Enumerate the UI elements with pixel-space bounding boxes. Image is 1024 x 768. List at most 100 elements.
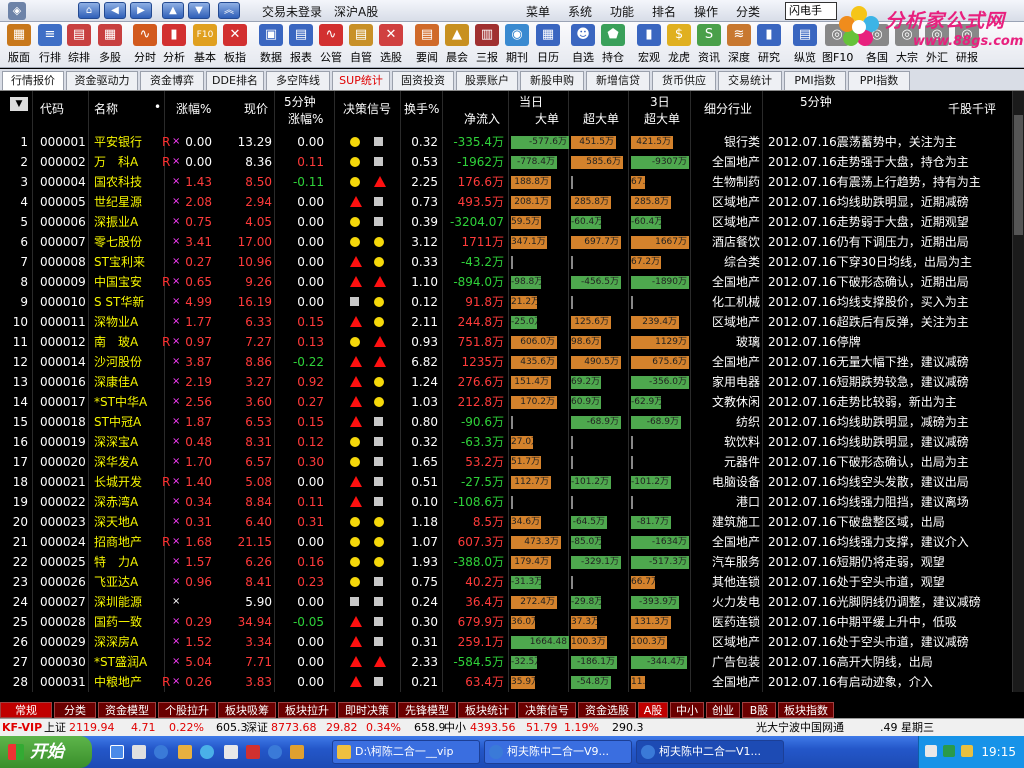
sh-index-label[interactable]: 上证 xyxy=(44,719,66,736)
browser-icon[interactable] xyxy=(200,745,214,759)
app3-icon[interactable] xyxy=(246,745,260,759)
tab-1[interactable]: 资金驱动力 xyxy=(66,71,138,90)
app2-icon[interactable] xyxy=(224,745,238,759)
sz-index-label[interactable]: 深证 xyxy=(246,719,268,736)
tab-12[interactable]: PMI指数 xyxy=(784,71,846,90)
ie-icon[interactable] xyxy=(154,745,168,759)
col-big-order[interactable]: 大单 xyxy=(535,110,559,127)
task-folder[interactable]: D:\柯陈二合一__vip xyxy=(332,740,480,764)
collapse-button[interactable]: ︽ xyxy=(218,2,240,19)
toolbar-button-25[interactable]: ▤ 纵览 xyxy=(790,24,820,66)
tab-5[interactable]: SUP统计 xyxy=(332,71,390,90)
toolbar-button-23[interactable]: ≋ 深度 xyxy=(724,24,754,66)
col-5min-change[interactable]: 涨幅% xyxy=(288,110,323,127)
toolbar-button-0[interactable]: ▦ 版面 xyxy=(4,24,34,66)
bottom-tab-10[interactable]: 资金选股 xyxy=(578,702,636,718)
scrollbar-thumb[interactable] xyxy=(1014,115,1023,235)
volume-icon[interactable] xyxy=(961,745,973,757)
toolbar-button-8[interactable]: ▣ 数据 xyxy=(256,24,286,66)
bottom-tab-7[interactable]: 先锋模型 xyxy=(398,702,456,718)
home-button[interactable]: ⌂ xyxy=(78,2,100,19)
menu-operation[interactable]: 操作 xyxy=(694,3,718,20)
task-browser-1[interactable]: 柯夫陈中二合一V9... xyxy=(484,740,632,764)
toolbar-button-10[interactable]: ∿ 公管 xyxy=(316,24,346,66)
app-logo-icon[interactable]: ◈ xyxy=(8,2,26,20)
vertical-scrollbar[interactable] xyxy=(1012,91,1024,692)
back-button[interactable]: ◀ xyxy=(104,2,126,19)
bottom-tab-4[interactable]: 板块吸筹 xyxy=(218,702,276,718)
bottom-tab-13[interactable]: 创业 xyxy=(706,702,740,718)
menu-system[interactable]: 系统 xyxy=(568,3,592,20)
bottom-tab-11[interactable]: A股 xyxy=(638,702,668,718)
bottom-tab-1[interactable]: 分类 xyxy=(54,702,96,718)
col-signal[interactable]: 决策信号 xyxy=(343,100,391,117)
tab-7[interactable]: 股票账户 xyxy=(456,71,518,90)
bottom-tab-3[interactable]: 个股拉升 xyxy=(158,702,216,718)
start-button[interactable]: 开始 xyxy=(0,736,92,768)
tab-13[interactable]: PPI指数 xyxy=(848,71,910,90)
toolbar-button-15[interactable]: ▥ 三报 xyxy=(472,24,502,66)
bottom-tab-5[interactable]: 板块拉升 xyxy=(278,702,336,718)
app4-icon[interactable] xyxy=(268,745,282,759)
col-change[interactable]: 涨幅% xyxy=(176,100,211,117)
tab-3[interactable]: DDE排名 xyxy=(206,71,264,90)
tab-2[interactable]: 资金博弈 xyxy=(140,71,204,90)
bottom-tab-12[interactable]: 中小 xyxy=(670,702,704,718)
bottom-tab-9[interactable]: 决策信号 xyxy=(518,702,576,718)
toolbar-button-21[interactable]: $ 龙虎 xyxy=(664,24,694,66)
tab-0[interactable]: 行情报价 xyxy=(2,71,64,90)
tab-11[interactable]: 交易统计 xyxy=(718,71,782,90)
col-industry[interactable]: 细分行业 xyxy=(704,100,752,117)
toolbar-button-1[interactable]: ≡ 行排 xyxy=(35,24,65,66)
col-3day-super-order[interactable]: 超大单 xyxy=(644,110,680,127)
col-name[interactable]: 名称 xyxy=(94,100,118,117)
toolbar-button-24[interactable]: ▮ 研究 xyxy=(754,24,784,66)
bottom-tab-2[interactable]: 资金模型 xyxy=(98,702,156,718)
tab-8[interactable]: 新股申购 xyxy=(520,71,584,90)
toolbar-button-19[interactable]: ⬟ 持仓 xyxy=(598,24,628,66)
toolbar-button-9[interactable]: ▤ 报表 xyxy=(286,24,316,66)
toolbar-button-20[interactable]: ▮ 宏观 xyxy=(634,24,664,66)
bottom-tab-6[interactable]: 即时决策 xyxy=(338,702,396,718)
bottom-tab-0[interactable]: 常规 xyxy=(0,702,52,718)
toolbar-button-11[interactable]: ▤ 自管 xyxy=(346,24,376,66)
menu-function[interactable]: 功能 xyxy=(610,3,634,20)
down-button[interactable]: ▼ xyxy=(188,2,210,19)
tab-4[interactable]: 多空阵线 xyxy=(266,71,330,90)
toolbar-button-14[interactable]: ▲ 晨会 xyxy=(442,24,472,66)
up-button[interactable]: ▲ xyxy=(162,2,184,19)
toolbar-button-6[interactable]: F10 基本 xyxy=(190,24,220,66)
toolbar-button-5[interactable]: ▮ 分析 xyxy=(159,24,189,66)
market-selector[interactable]: 深沪A股 xyxy=(334,3,378,20)
app5-icon[interactable] xyxy=(290,745,304,759)
col-price[interactable]: 现价 xyxy=(244,100,268,117)
desktop-icon[interactable] xyxy=(110,745,124,759)
bottom-tab-8[interactable]: 板块统计 xyxy=(458,702,516,718)
sort-dropdown-button[interactable]: ▼ xyxy=(10,97,28,111)
toolbar-button-3[interactable]: ▦ 多股 xyxy=(95,24,125,66)
menu-ranking[interactable]: 排名 xyxy=(652,3,676,20)
task-browser-2[interactable]: 柯夫陈中二合一V1... xyxy=(636,740,784,764)
toolbar-button-12[interactable]: ✕ 选股 xyxy=(376,24,406,66)
network-icon[interactable] xyxy=(925,745,937,757)
col-turnover[interactable]: 换手% xyxy=(404,100,439,117)
toolbar-button-18[interactable]: ☻ 自选 xyxy=(568,24,598,66)
toolbar-button-22[interactable]: S 资讯 xyxy=(694,24,724,66)
toolbar-button-17[interactable]: ▦ 日历 xyxy=(533,24,563,66)
tab-6[interactable]: 固资投资 xyxy=(392,71,454,90)
tab-9[interactable]: 新增信贷 xyxy=(586,71,650,90)
col-super-order[interactable]: 超大单 xyxy=(583,110,619,127)
toolbar-button-13[interactable]: ▤ 要闻 xyxy=(412,24,442,66)
security-icon[interactable] xyxy=(943,745,955,757)
col-net-inflow[interactable]: 净流入 xyxy=(464,110,500,127)
toolbar-button-2[interactable]: ▤ 综排 xyxy=(64,24,94,66)
news-ticker[interactable]: 光大宁波中国网通 xyxy=(756,719,844,736)
bottom-tab-15[interactable]: 板块指数 xyxy=(778,702,834,718)
toolbar-button-16[interactable]: ◉ 期刊 xyxy=(502,24,532,66)
app-quicklaunch-icon[interactable] xyxy=(132,745,146,759)
col-code[interactable]: 代码 xyxy=(40,100,64,117)
forward-button[interactable]: ▶ xyxy=(130,2,152,19)
tab-10[interactable]: 货币供应 xyxy=(652,71,716,90)
login-status[interactable]: 交易未登录 xyxy=(262,3,322,20)
toolbar-button-4[interactable]: ∿ 分时 xyxy=(130,24,160,66)
